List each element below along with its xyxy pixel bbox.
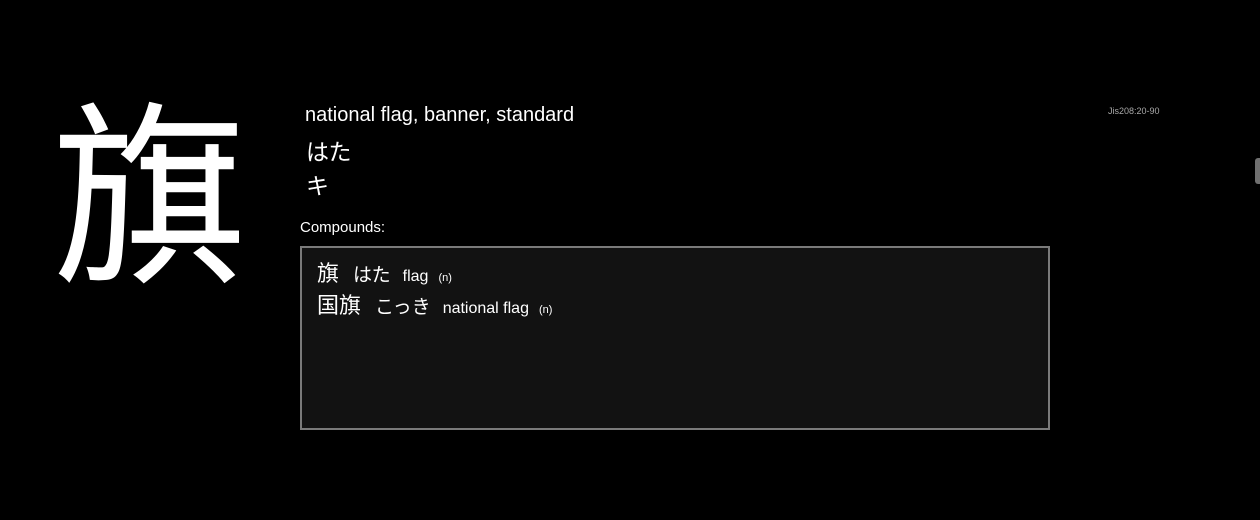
jis-code: Jis208:20-90 xyxy=(1108,106,1160,116)
compound-part-of-speech: (n) xyxy=(438,272,452,284)
compound-gloss: national flag xyxy=(442,300,529,317)
compound-reading: こっき xyxy=(375,296,431,318)
compound-word: 旗 xyxy=(317,262,340,287)
compound-item[interactable]: 国旗 こっき national flag (n) xyxy=(317,288,552,320)
kanji-detail-page: 旗 national flag, banner, standard はた キ J… xyxy=(0,0,1260,520)
compound-part-of-speech: (n) xyxy=(538,304,553,316)
compound-item[interactable]: 旗 はた flag (n) xyxy=(317,256,452,288)
compounds-label: Compounds: xyxy=(300,219,386,236)
on-reading: キ xyxy=(306,174,329,200)
kanji-meaning: national flag, banner, standard xyxy=(305,104,575,126)
compound-word: 国旗 xyxy=(317,294,362,319)
edge-scroll-handle[interactable] xyxy=(1255,158,1260,184)
compound-gloss: flag xyxy=(402,268,429,285)
kun-reading: はた xyxy=(306,140,352,166)
main-kanji: 旗 xyxy=(52,86,249,314)
compounds-list[interactable]: 旗 はた flag (n) 国旗 こっき national flag (n) xyxy=(300,246,1050,430)
compound-reading: はた xyxy=(353,264,391,286)
